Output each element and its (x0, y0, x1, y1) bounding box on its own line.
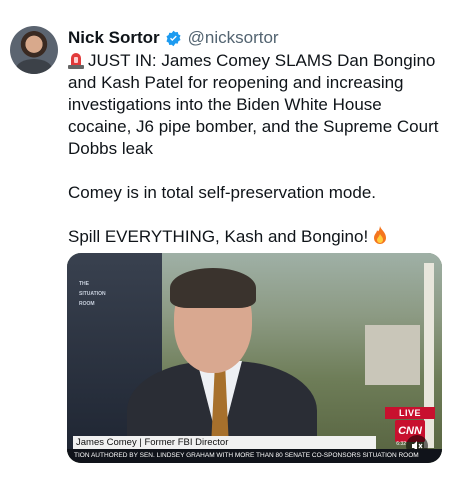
siren-emoji-icon (68, 53, 84, 69)
handle[interactable]: @nicksortor (188, 28, 279, 48)
tweet-header: Nick Sortor @nicksortor (68, 27, 279, 49)
fire-emoji-icon (374, 226, 387, 244)
verified-badge-icon (166, 30, 181, 46)
tweet-text: JUST IN: James Comey SLAMS Dan Bongino a… (68, 50, 440, 248)
screen-text-3: ROOM (79, 301, 95, 307)
tweet-text-line3: Spill EVERYTHING, Kash and Bongino! (68, 227, 369, 246)
broadcast-time: 6:32 (396, 441, 406, 447)
news-ticker: TION AUTHORED BY SEN. LINDSEY GRAHAM WIT… (67, 449, 442, 463)
background-pillar (424, 263, 434, 448)
tweet-text-line1: JUST IN: James Comey SLAMS Dan Bongino a… (68, 51, 439, 158)
display-name[interactable]: Nick Sortor (68, 28, 160, 48)
live-badge: LIVE (385, 407, 435, 419)
video-media[interactable]: THE SITUATION ROOM LIVE CNN James Comey … (67, 253, 442, 463)
screen-text-2: SITUATION (79, 291, 106, 297)
tweet-text-line2: Comey is in total self-preservation mode… (68, 183, 377, 202)
person-hair (170, 268, 256, 308)
avatar[interactable] (10, 26, 58, 74)
chyron-name: James Comey | Former FBI Director (73, 436, 376, 449)
background-building (365, 325, 420, 385)
screen-text-1: THE (79, 281, 89, 287)
